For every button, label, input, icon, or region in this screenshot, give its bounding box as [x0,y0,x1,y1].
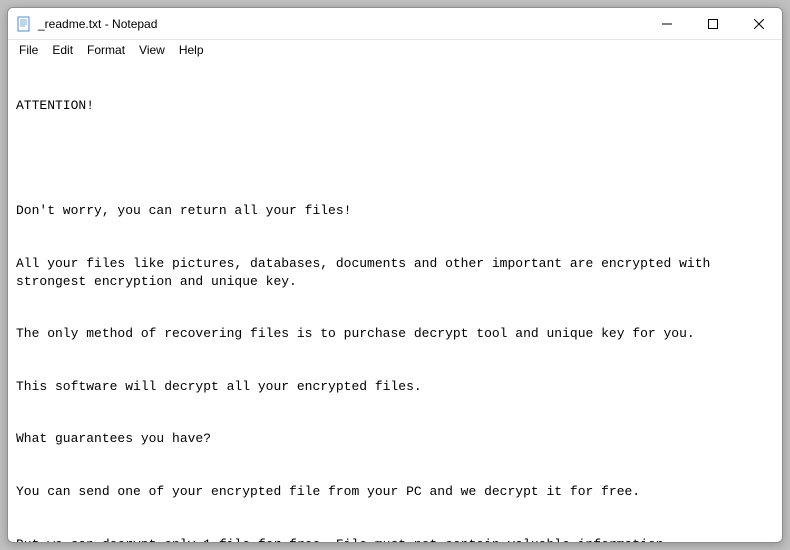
titlebar[interactable]: _readme.txt - Notepad [8,8,782,40]
minimize-button[interactable] [644,8,690,39]
text-area[interactable]: ATTENTION! Don't worry, you can return a… [8,60,782,542]
menubar: File Edit Format View Help [8,40,782,60]
text-line: What guarantees you have? [16,430,774,448]
text-line: The only method of recovering files is t… [16,325,774,343]
text-line: You can send one of your encrypted file … [16,483,774,501]
maximize-button[interactable] [690,8,736,39]
notepad-window: _readme.txt - Notepad File Edit Format V… [7,7,783,543]
text-line: ATTENTION! [16,97,774,115]
text-line: All your files like pictures, databases,… [16,255,774,290]
window-controls [644,8,782,39]
text-line: This software will decrypt all your encr… [16,378,774,396]
menu-edit[interactable]: Edit [45,42,80,58]
menu-file[interactable]: File [12,42,45,58]
window-title: _readme.txt - Notepad [38,17,644,31]
close-button[interactable] [736,8,782,39]
notepad-icon [16,16,32,32]
text-line: Don't worry, you can return all your fil… [16,202,774,220]
menu-format[interactable]: Format [80,42,132,58]
text-line [16,150,774,168]
menu-view[interactable]: View [132,42,172,58]
menu-help[interactable]: Help [172,42,211,58]
text-line: But we can decrypt only 1 file for free.… [16,536,774,542]
